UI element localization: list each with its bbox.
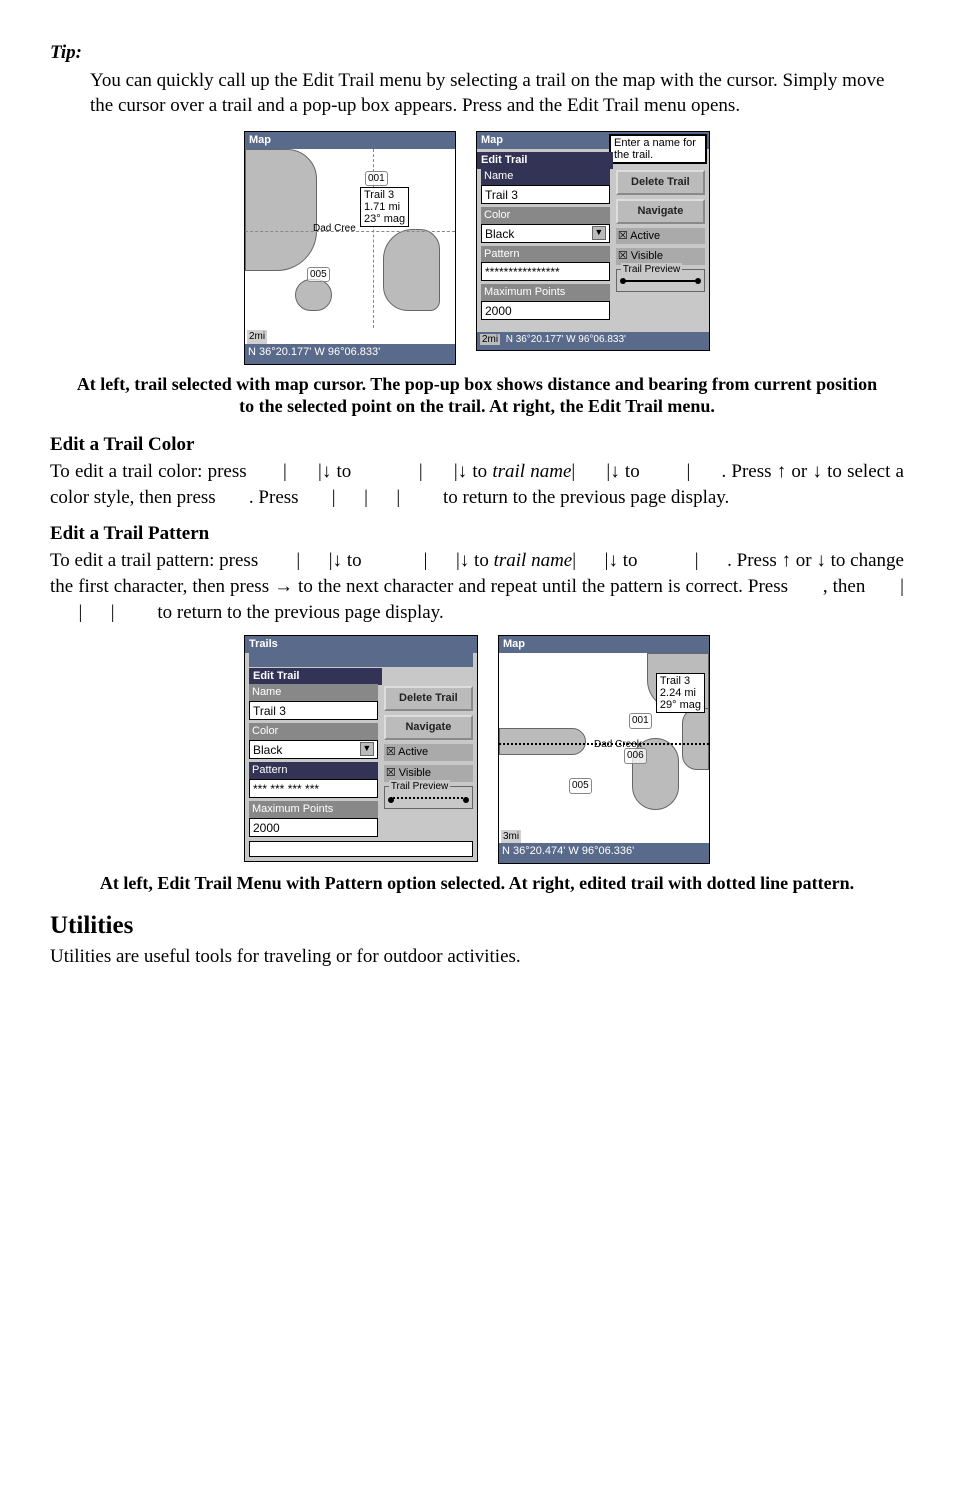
edit-trail-color-heading: Edit a Trail Color [50,432,904,458]
color-label: Color [249,723,378,740]
waypoint-005: 005 [307,267,330,283]
trail-popup: Trail 3 2.24 mi 29° mag [656,673,705,713]
navigate-button[interactable]: Navigate [616,199,705,224]
trail-preview-group: Trail Preview [384,786,473,809]
map-title: Map [245,132,455,149]
max-points-field[interactable]: 2000 [481,301,610,320]
delete-trail-button[interactable]: Delete Trail [616,170,705,195]
waypoint-006: 006 [624,748,647,764]
pattern-field[interactable]: *** *** *** *** [249,779,378,798]
waypoint-005: 005 [569,778,592,794]
chevron-down-icon[interactable]: ▼ [360,742,374,756]
map-screenshot-left: Map 001 Trail 3 1.71 mi 23° mag Dad Cree… [244,131,456,365]
trail-popup: Trail 3 1.71 mi 23° mag [360,187,409,227]
active-checkbox[interactable]: ☒ Active [616,228,705,245]
trails-title: Trails [245,636,477,653]
delete-trail-button[interactable]: Delete Trail [384,686,473,711]
max-points-label: Maximum Points [249,801,378,818]
max-points-label: Maximum Points [481,284,610,301]
figure-1: Map 001 Trail 3 1.71 mi 23° mag Dad Cree… [50,131,904,365]
name-field[interactable]: Trail 3 [481,185,610,204]
figure-1-caption: At left, trail selected with map cursor.… [70,373,884,418]
map-status: N 36°20.177' W 96°06.833' [245,344,455,364]
edit-trail-pattern-heading: Edit a Trail Pattern [50,521,904,547]
pattern-label: Pattern [481,246,610,263]
figure-2: Trails Edit Trail Name Trail 3 Color Bla… [50,635,904,864]
tooltip: Enter a name for the trail. [609,134,707,164]
edit-trail-color-text: To edit a trail color: press | |↓ to | |… [50,459,904,510]
edit-trail-screenshot: Map Enter a name for the trail. Edit Tra… [476,131,710,351]
map-status: N 36°20.474' W 96°06.336' [499,843,709,863]
trail-preview-group: Trail Preview [616,269,705,292]
edit-trail-header: Edit Trail [477,152,613,169]
map-dotted-trail-screenshot: Map Trail 3 2.24 mi 29° mag 001 Dad Cree… [498,635,710,864]
edit-trail-pattern-text: To edit a trail pattern: press | |↓ to |… [50,548,904,625]
figure-2-caption: At left, Edit Trail Menu with Pattern op… [70,872,884,895]
pattern-label: Pattern [249,762,378,779]
navigate-button[interactable]: Navigate [384,715,473,740]
color-field[interactable]: Black▼ [249,740,378,759]
chevron-down-icon[interactable]: ▼ [592,226,606,240]
tab-strip [249,653,473,667]
color-field[interactable]: Black▼ [481,224,610,243]
pattern-field[interactable]: **************** [481,262,610,281]
map-scale: 3mi [501,830,521,844]
name-label: Name [481,168,610,185]
tip-label: Tip: [50,40,904,66]
color-label: Color [481,207,610,224]
max-points-field[interactable]: 2000 [249,818,378,837]
active-checkbox[interactable]: ☒ Active [384,744,473,761]
name-field[interactable]: Trail 3 [249,701,378,720]
utilities-text: Utilities are useful tools for traveling… [50,944,904,970]
waypoint-001: 001 [629,713,652,729]
map-title: Map [499,636,709,653]
tip-body: You can quickly call up the Edit Trail m… [90,68,904,119]
name-label: Name [249,684,378,701]
map-scale: 2mi [247,330,267,344]
waypoint-001: 001 [365,171,388,187]
utilities-heading: Utilities [50,909,904,943]
dad-creek-label: Dad Cree [313,222,356,236]
map-status: 2mi N 36°20.177' W 96°06.833' [477,332,709,350]
edit-trail-header: Edit Trail [249,668,382,685]
edit-trail-pattern-screenshot: Trails Edit Trail Name Trail 3 Color Bla… [244,635,478,862]
